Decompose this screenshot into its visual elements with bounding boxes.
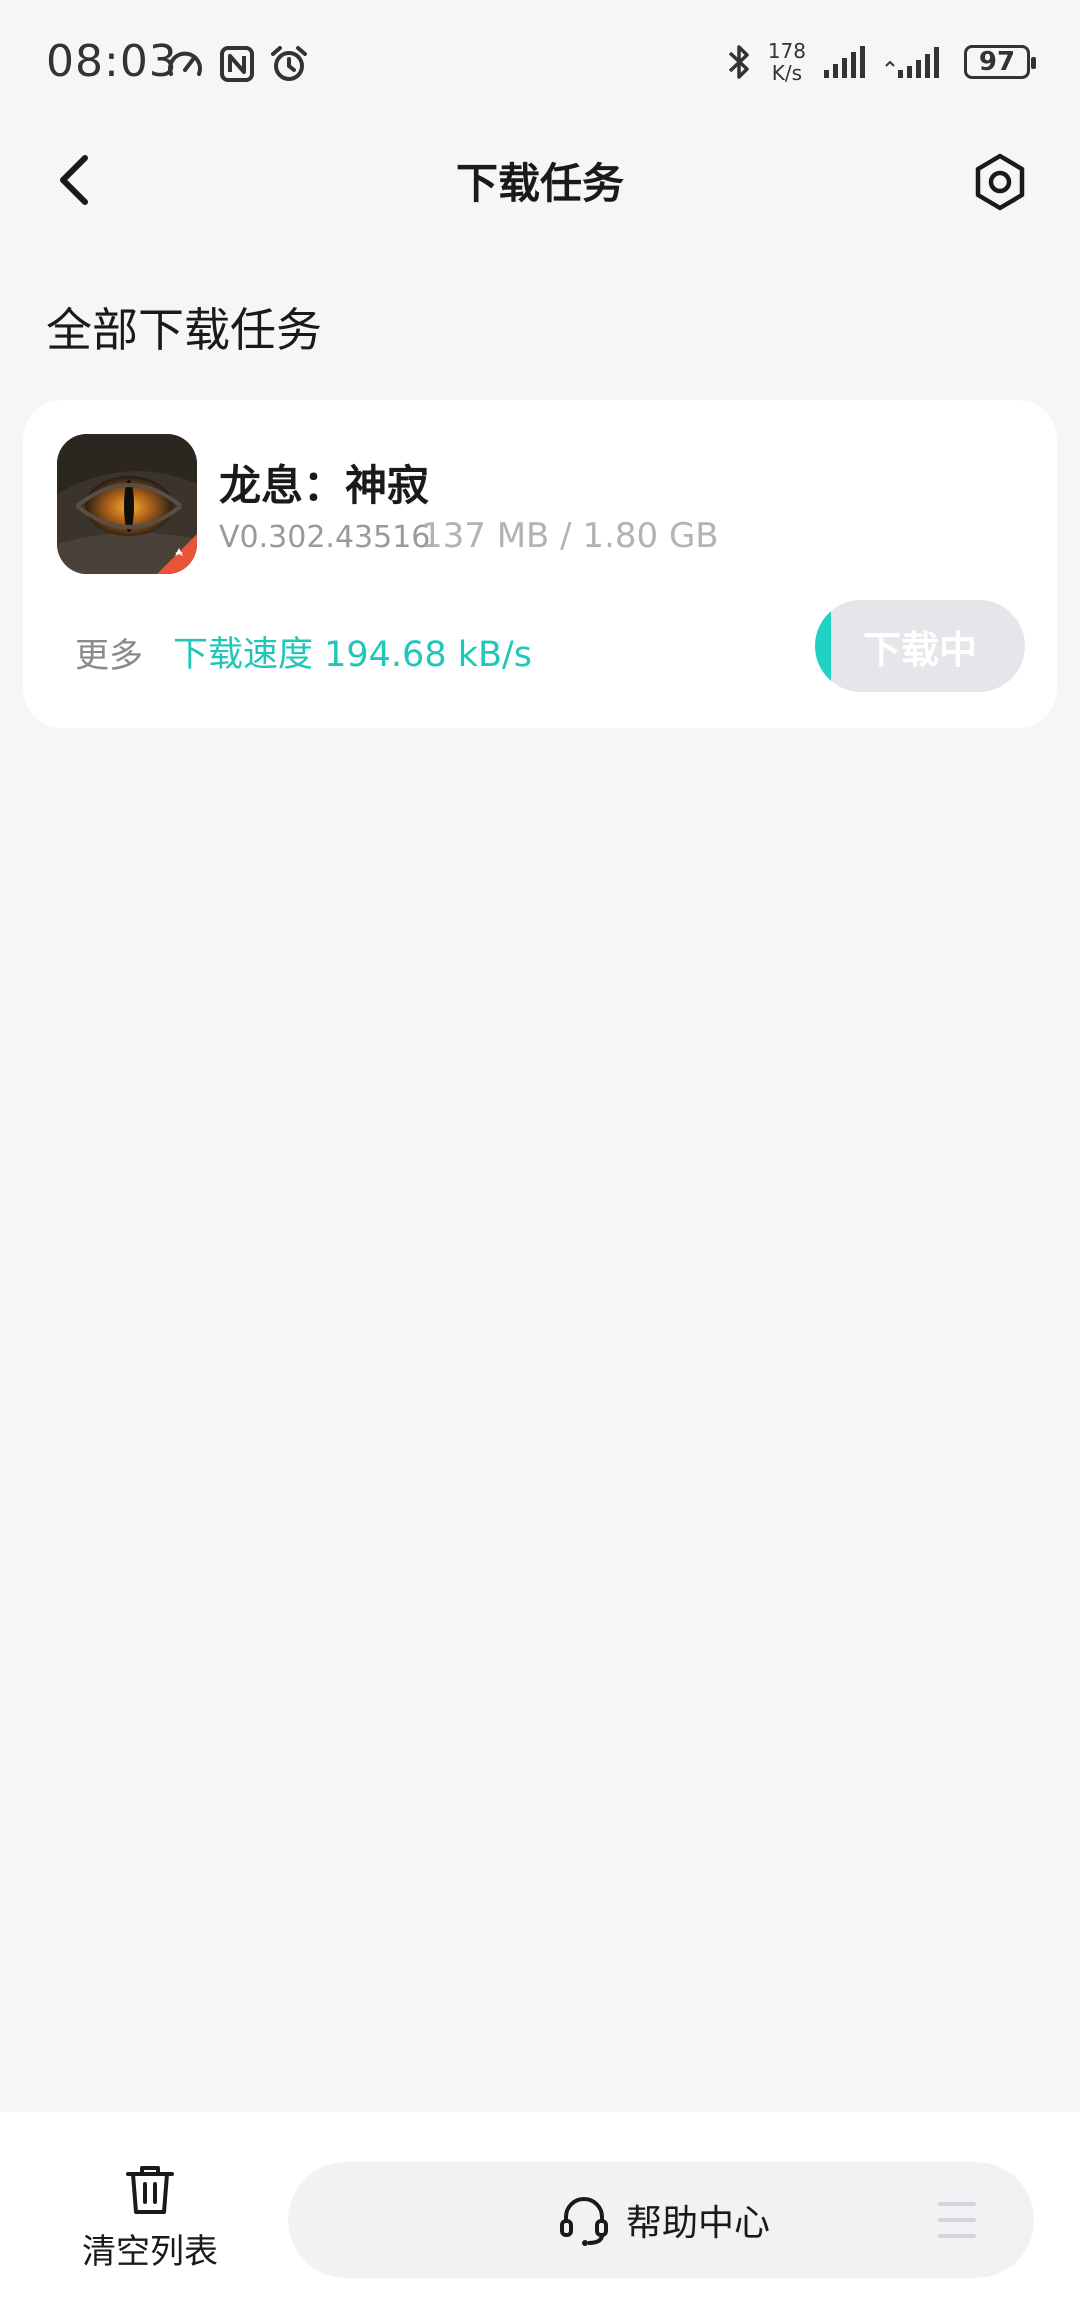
downloading-button[interactable]: 下载中	[815, 600, 1025, 692]
speedometer-icon	[168, 51, 202, 76]
network-speed-value: 178	[767, 39, 806, 63]
page-title: 下载任务	[455, 159, 624, 208]
menu-icon[interactable]	[938, 2202, 976, 2238]
bluetooth-icon	[728, 45, 749, 79]
download-progress-fill	[815, 600, 831, 692]
battery-icon: 97	[964, 45, 1036, 79]
status-time: 08:03	[46, 36, 178, 87]
nfc-icon	[220, 46, 254, 82]
settings-button[interactable]	[960, 142, 1040, 222]
bottom-bar: 清空列表 帮助中心	[0, 2112, 1080, 2324]
clear-list-label: 清空列表	[82, 2232, 218, 2272]
network-speed: 178 K/s	[768, 40, 806, 84]
trash-icon	[126, 2166, 174, 2214]
clear-list-button[interactable]: 清空列表	[60, 2162, 240, 2292]
more-button[interactable]: 更多	[75, 628, 143, 677]
status-right-icons: 178 K/s 97	[726, 40, 1036, 84]
status-bar: 08:03 178 K/s 97	[0, 0, 1080, 130]
alarm-icon	[271, 46, 307, 81]
download-speed: 下载速度 194.68 kB/s	[173, 635, 533, 675]
app-icon[interactable]	[57, 434, 197, 574]
status-left-icons	[165, 44, 309, 84]
settings-icon	[975, 153, 1025, 211]
help-center-bar: 帮助中心	[288, 2162, 1034, 2278]
section-title: 全部下载任务	[46, 303, 322, 357]
download-task-card[interactable]: 龙息：神寂 V0.302.43516 137 MB / 1.80 GB 更多 下…	[23, 400, 1057, 728]
network-speed-unit: K/s	[771, 61, 803, 85]
downloading-button-label: 下载中	[862, 627, 977, 672]
help-center-button[interactable]: 帮助中心	[558, 2162, 770, 2278]
signal-icon	[824, 46, 865, 78]
help-center-label: 帮助中心	[626, 2203, 771, 2244]
headset-icon	[560, 2197, 608, 2246]
signal-icon	[885, 47, 939, 78]
app-version: V0.302.43516	[219, 520, 431, 555]
download-size: 137 MB / 1.80 GB	[421, 516, 719, 556]
app-name: 龙息：神寂	[219, 461, 430, 510]
